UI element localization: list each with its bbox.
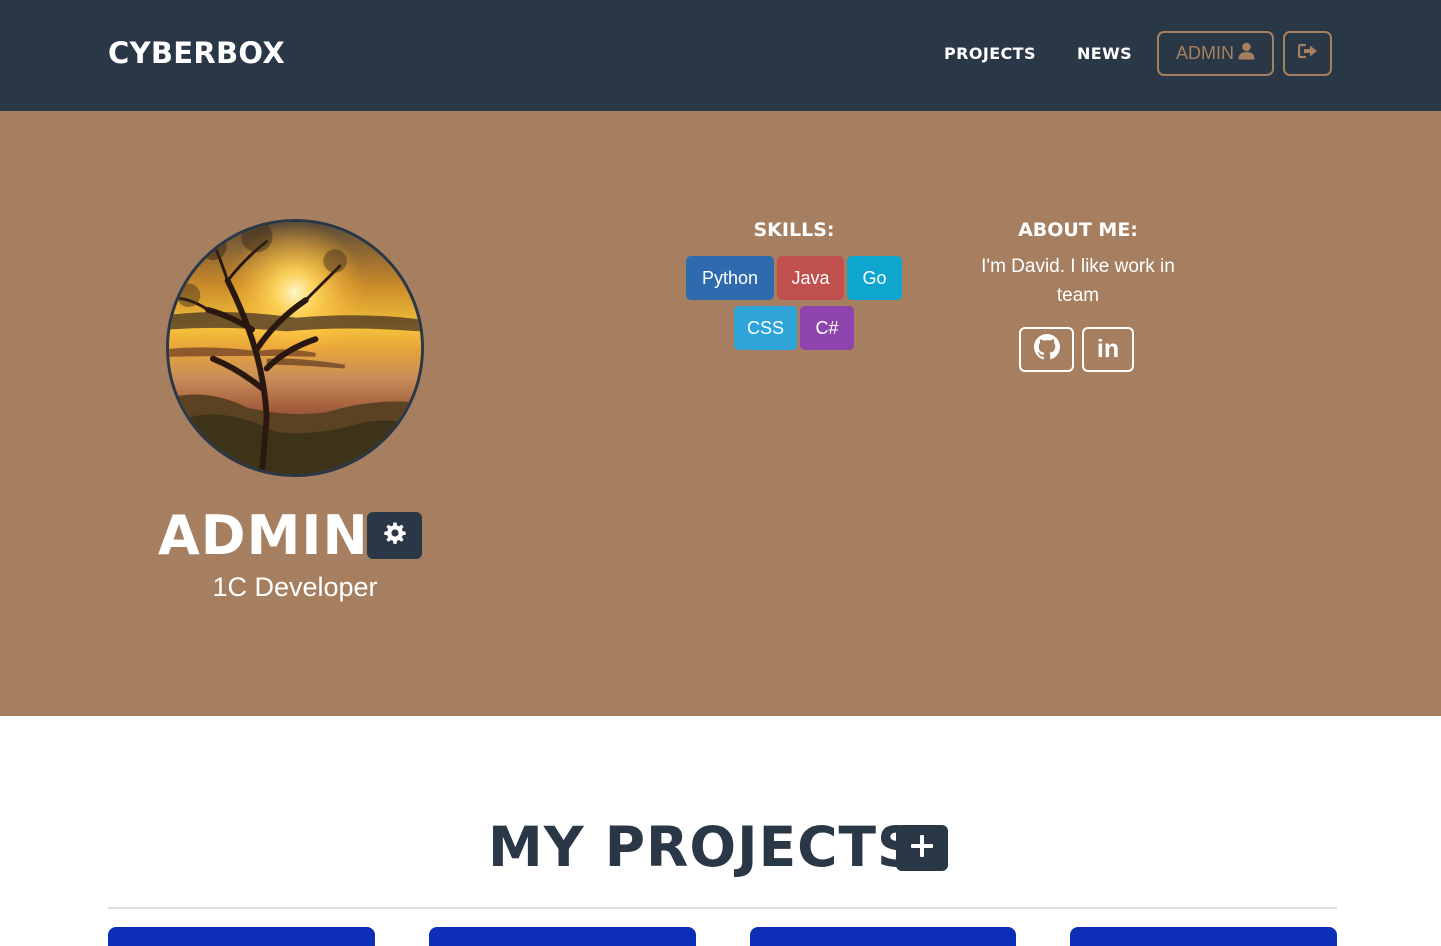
add-project-button[interactable] <box>896 825 948 871</box>
skill-badge-java: Java <box>777 256 844 300</box>
skill-badge-go: Go <box>847 256 902 300</box>
navbar: CYBERBOX PROJECTS NEWS ADMIN <box>0 0 1441 111</box>
linkedin-icon: in <box>1096 335 1120 363</box>
sign-out-icon <box>1297 43 1318 64</box>
github-icon <box>1033 334 1060 365</box>
user-name: ADMIN <box>158 504 369 567</box>
github-link-button[interactable] <box>1019 327 1074 372</box>
admin-profile-button[interactable]: ADMIN <box>1157 31 1274 76</box>
projects-title: MY PROJECTS <box>488 815 918 879</box>
about-text: I'm David. I like work in team <box>981 256 1175 306</box>
nav-link-projects[interactable]: PROJECTS <box>944 44 1036 63</box>
skills-title: SKILLS: <box>753 219 835 241</box>
user-icon <box>1238 42 1255 65</box>
skill-badge-python: Python <box>686 256 774 300</box>
plus-icon <box>910 834 934 863</box>
logout-button[interactable] <box>1283 31 1332 76</box>
about-title: ABOUT ME: <box>1018 219 1138 241</box>
project-card[interactable] <box>429 927 696 946</box>
skill-badge-csharp: C# <box>800 306 854 350</box>
profile-settings-button[interactable] <box>367 512 422 559</box>
user-role: 1C Developer <box>212 572 378 602</box>
project-card[interactable] <box>750 927 1016 946</box>
divider <box>108 907 1337 909</box>
admin-button-label: ADMIN <box>1176 43 1234 63</box>
nav-link-news[interactable]: NEWS <box>1077 44 1132 63</box>
skill-badge-css: CSS <box>734 306 797 350</box>
avatar <box>166 219 424 477</box>
project-card[interactable] <box>108 927 375 946</box>
project-card[interactable] <box>1070 927 1337 946</box>
linkedin-link-button[interactable]: in <box>1082 327 1134 372</box>
gear-icon <box>383 521 407 550</box>
brand-logo[interactable]: CYBERBOX <box>108 36 285 70</box>
